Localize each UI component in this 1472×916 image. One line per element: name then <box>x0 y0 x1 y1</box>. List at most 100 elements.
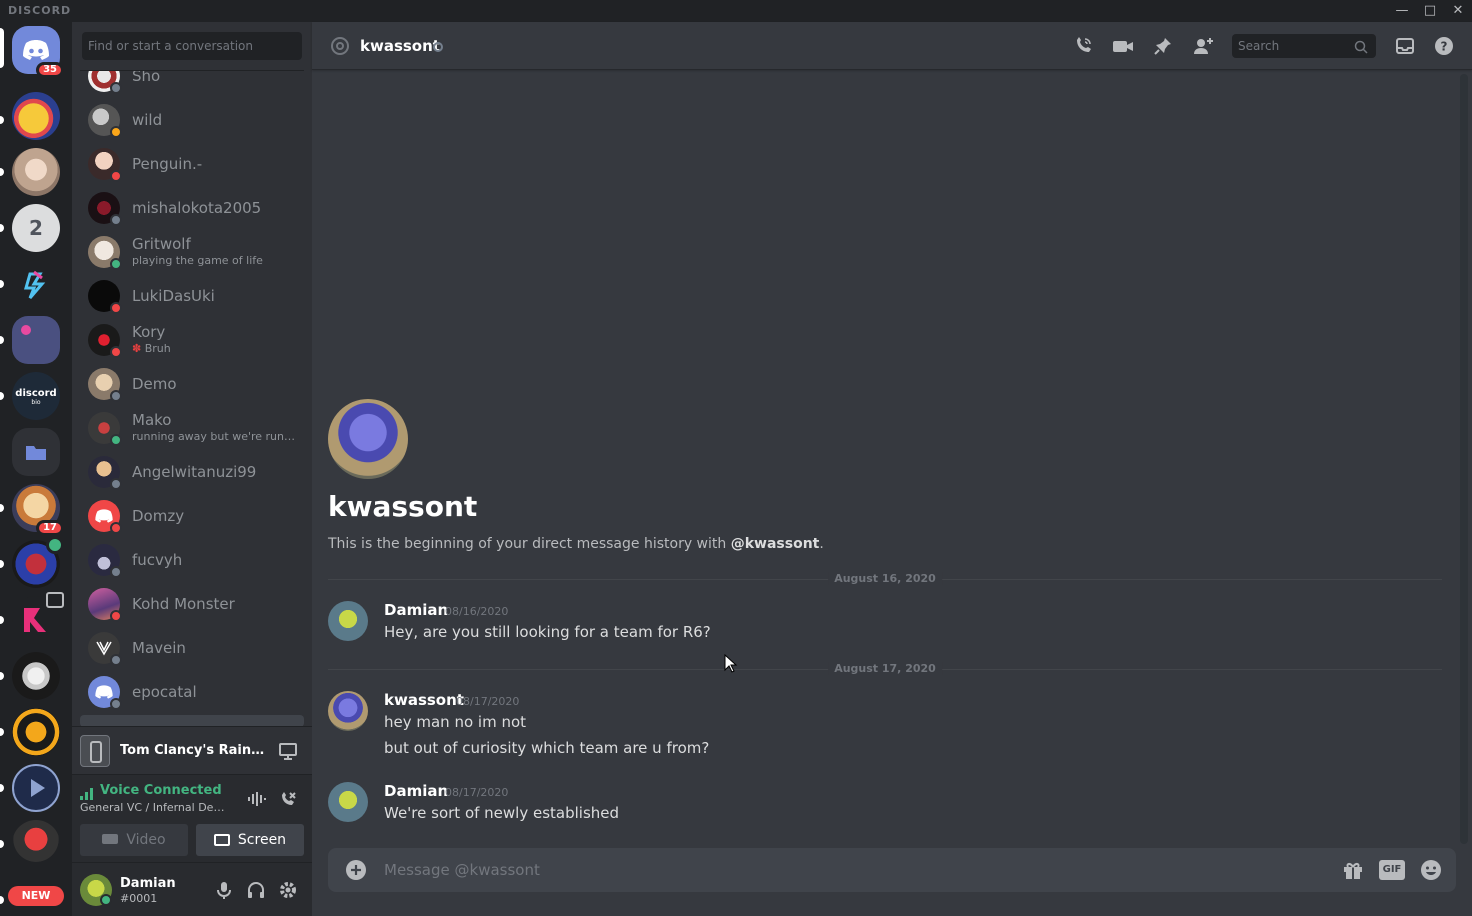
server-icon[interactable] <box>12 708 60 756</box>
server-avatar <box>12 260 60 308</box>
dm-item[interactable]: wild <box>80 99 304 141</box>
message-input[interactable] <box>384 848 1284 892</box>
server-icon[interactable] <box>12 148 60 196</box>
voice-panel: Voice Connected General VC / Infernal De… <box>72 774 312 862</box>
status-indicator <box>110 214 122 226</box>
dm-item[interactable]: Gritwolf playing the game of life <box>80 231 304 273</box>
close-window-button[interactable]: ✕ <box>1444 0 1472 22</box>
add-friend-icon[interactable] <box>1192 35 1214 57</box>
dm-item[interactable]: fucvyh <box>80 539 304 581</box>
server-avatar <box>12 148 60 196</box>
unread-indicator <box>0 280 4 288</box>
dm-item[interactable]: Penguin.- <box>80 143 304 185</box>
new-server-button[interactable]: NEW <box>8 876 64 916</box>
intro-text: This is the beginning of your direct mes… <box>328 536 824 552</box>
avatar[interactable] <box>328 601 368 641</box>
message-text: We're sort of newly established <box>384 804 620 822</box>
message-author[interactable]: kwassont <box>384 691 464 709</box>
message-author[interactable]: Damian <box>384 782 448 800</box>
status-indicator <box>110 522 122 534</box>
dm-item[interactable]: Domzy <box>80 495 304 537</box>
scrollbar[interactable] <box>1460 74 1468 844</box>
message-text: but out of curiosity which team are u fr… <box>384 739 710 757</box>
avatar[interactable] <box>328 782 368 822</box>
microphone-icon[interactable] <box>214 880 234 900</box>
settings-gear-icon[interactable] <box>278 880 298 900</box>
minimize-button[interactable]: — <box>1388 0 1416 22</box>
dm-item[interactable]: Demo <box>80 363 304 405</box>
server-icon[interactable]: discord bio <box>12 372 60 420</box>
emoji-icon[interactable] <box>1420 859 1442 881</box>
status-indicator <box>110 654 122 666</box>
message-author[interactable]: Damian <box>384 601 448 619</box>
dm-item[interactable]: mishalokota2005 <box>80 187 304 229</box>
headphones-icon[interactable] <box>246 880 266 900</box>
avatar[interactable] <box>328 691 368 731</box>
server-icon[interactable] <box>12 652 60 700</box>
voice-channel[interactable]: General VC / Infernal Devices <box>80 801 230 814</box>
maximize-button[interactable]: □ <box>1416 0 1444 22</box>
message-timestamp: 08/17/2020 <box>445 786 509 799</box>
server-avatar <box>12 652 60 700</box>
server-icon[interactable] <box>12 92 60 140</box>
find-conversation-input[interactable] <box>82 32 302 60</box>
server-icon[interactable] <box>12 820 60 868</box>
status-indicator <box>110 434 122 446</box>
status-indicator <box>110 258 122 270</box>
dm-item[interactable]: Kohd Monster <box>80 583 304 625</box>
mention-badge: 35 <box>36 62 64 78</box>
intro-mention[interactable]: @kwassont <box>731 536 820 552</box>
help-icon[interactable]: ? <box>1433 35 1455 57</box>
voice-call-icon[interactable] <box>1072 35 1094 57</box>
status-indicator <box>433 42 443 52</box>
server-folder[interactable] <box>12 428 60 476</box>
message-group: kwassont 08/17/2020 hey man no im not bu… <box>328 691 1428 757</box>
disconnect-icon[interactable] <box>278 789 298 809</box>
dm-activity-text: Bruh <box>144 342 171 355</box>
custom-status-emoji-icon: ✽ <box>132 342 142 355</box>
server-icon[interactable]: 2 <box>12 204 60 252</box>
chat-header: kwassont ? <box>312 22 1472 70</box>
play-icon <box>12 764 60 812</box>
dm-item-partial[interactable] <box>80 715 304 726</box>
dm-item[interactable]: Mavein <box>80 627 304 669</box>
unread-indicator <box>0 560 4 568</box>
video-button[interactable]: Video <box>80 824 188 856</box>
unread-indicator <box>0 784 4 792</box>
stream-game-icon[interactable] <box>278 741 298 761</box>
server-icon[interactable] <box>12 536 64 588</box>
server-avatar: discord bio <box>12 372 60 420</box>
screen-share-button[interactable]: Screen <box>196 824 304 856</box>
gift-icon[interactable] <box>1342 859 1364 881</box>
pin-icon[interactable] <box>1152 35 1174 57</box>
dm-sidebar: Sho wild Penguin.- mishalokota2005 Gritw… <box>72 22 312 916</box>
intro-title: kwassont <box>328 490 478 523</box>
server-icon[interactable] <box>12 316 60 364</box>
upload-plus-icon[interactable] <box>346 860 366 880</box>
video-call-icon[interactable] <box>1112 35 1134 57</box>
dm-item[interactable]: Sho <box>80 71 304 97</box>
dm-item[interactable]: epocatal <box>80 671 304 713</box>
server-icon[interactable] <box>12 592 64 644</box>
server-avatar <box>12 708 60 756</box>
home-button[interactable]: 35 <box>12 26 64 78</box>
server-icon[interactable]: 17 <box>12 484 64 536</box>
noise-suppression-icon[interactable] <box>246 789 266 809</box>
dm-item[interactable]: LukiDasUki <box>80 275 304 317</box>
status-indicator <box>100 894 112 906</box>
message-group: Damian 08/17/2020 We're sort of newly es… <box>328 782 1428 826</box>
voice-status[interactable]: Voice Connected <box>100 783 222 798</box>
date-divider-label: August 16, 2020 <box>828 572 942 585</box>
search-icon <box>1354 39 1368 54</box>
inbox-icon[interactable] <box>1394 35 1416 57</box>
server-icon[interactable] <box>12 260 60 308</box>
dm-item[interactable]: Makorunning away but we're running in ci… <box>80 407 304 449</box>
dm-item[interactable]: Angelwitanuzi99 <box>80 451 304 493</box>
status-indicator <box>110 390 122 402</box>
status-indicator <box>110 126 122 138</box>
video-label: Video <box>126 832 166 848</box>
server-icon[interactable] <box>12 764 60 812</box>
gif-button[interactable]: GIF <box>1379 860 1405 880</box>
dm-item[interactable]: Kory ✽ Bruh <box>80 319 304 361</box>
dm-name: wild <box>132 111 163 129</box>
